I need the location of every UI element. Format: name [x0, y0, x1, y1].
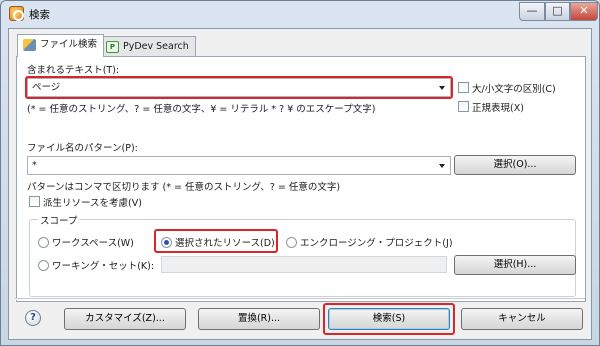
enclosing-projects-label[interactable]: エンクロージング・プロジェクト(J) — [300, 235, 453, 249]
selected-resources-highlight — [154, 229, 278, 253]
file-search-icon — [23, 39, 36, 51]
workspace-label[interactable]: ワークスペース(W) — [52, 235, 134, 249]
tab-label: ファイル検索 — [40, 39, 98, 50]
file-pattern-label: ファイル名のパターン(P): — [27, 143, 138, 154]
scope-title: スコープ — [38, 213, 80, 227]
containing-text-hint: (* = 任意のストリング、? = 任意の文字、¥ = リテラル * ? ¥ の… — [27, 104, 376, 115]
bottom-separator — [15, 298, 585, 300]
working-set-radio[interactable] — [38, 260, 49, 271]
chevron-down-icon[interactable] — [439, 164, 445, 168]
maximize-button[interactable]: □ — [545, 2, 570, 21]
regex-checkbox[interactable] — [458, 101, 469, 112]
title-bar: 検索 — □ ✕ — [1, 1, 599, 27]
tab-file-search[interactable]: ファイル検索 — [17, 34, 105, 57]
window-title: 検索 — [29, 9, 50, 21]
minimize-button[interactable]: — — [519, 2, 545, 21]
pydev-icon: P — [106, 41, 119, 53]
derived-resources-checkbox[interactable] — [29, 196, 40, 207]
file-pattern-hint: パターンはコンマで区切ります (* = 任意のストリング、? = 任意の文字) — [27, 182, 341, 193]
customize-button[interactable]: カスタマイズ(Z)... — [64, 308, 186, 330]
dialog-client-area: ファイル検索 P PyDev Search 含まれるテキスト(T): ページ 大… — [8, 28, 592, 340]
file-pattern-value: * — [32, 160, 37, 171]
workspace-radio[interactable] — [38, 237, 49, 248]
file-pattern-combo[interactable]: * — [27, 156, 451, 175]
search-button-highlight — [323, 303, 455, 335]
tab-pydev-search[interactable]: P PyDev Search — [100, 36, 196, 56]
choose-file-types-button[interactable]: 選択(O)... — [454, 155, 576, 175]
case-sensitive-label: 大/小文字の区別(C) — [472, 84, 556, 95]
eclipse-app-icon — [9, 6, 24, 21]
tab-label: PyDev Search — [123, 41, 189, 52]
scope-group: スコープ ワークスペース(W) 選択されたリソース(D) エンクロージング・プロ… — [29, 213, 576, 297]
file-search-panel: 含まれるテキスト(T): ページ 大/小文字の区別(C) 正規表現(X) (* … — [16, 56, 586, 302]
derived-resources-label: 派生リソースを考慮(V) — [43, 198, 142, 209]
working-set-field[interactable] — [161, 256, 447, 273]
search-dialog: 検索 — □ ✕ ファイル検索 P PyDev Search 含まれるテキスト(… — [0, 0, 600, 346]
case-sensitive-checkbox[interactable] — [458, 82, 469, 93]
enclosing-projects-radio[interactable] — [286, 237, 297, 248]
cancel-button[interactable]: キャンセル — [461, 308, 583, 330]
replace-button[interactable]: 置換(R)... — [198, 308, 320, 330]
regex-label: 正規表現(X) — [472, 103, 524, 114]
containing-text-label: 含まれるテキスト(T): — [27, 65, 120, 76]
close-button[interactable]: ✕ — [570, 2, 598, 21]
choose-working-set-button[interactable]: 選択(H)... — [454, 255, 576, 275]
containing-text-highlight — [25, 76, 453, 99]
working-set-label[interactable]: ワーキング・セット(K): — [52, 258, 154, 272]
help-icon[interactable]: ? — [25, 310, 41, 326]
